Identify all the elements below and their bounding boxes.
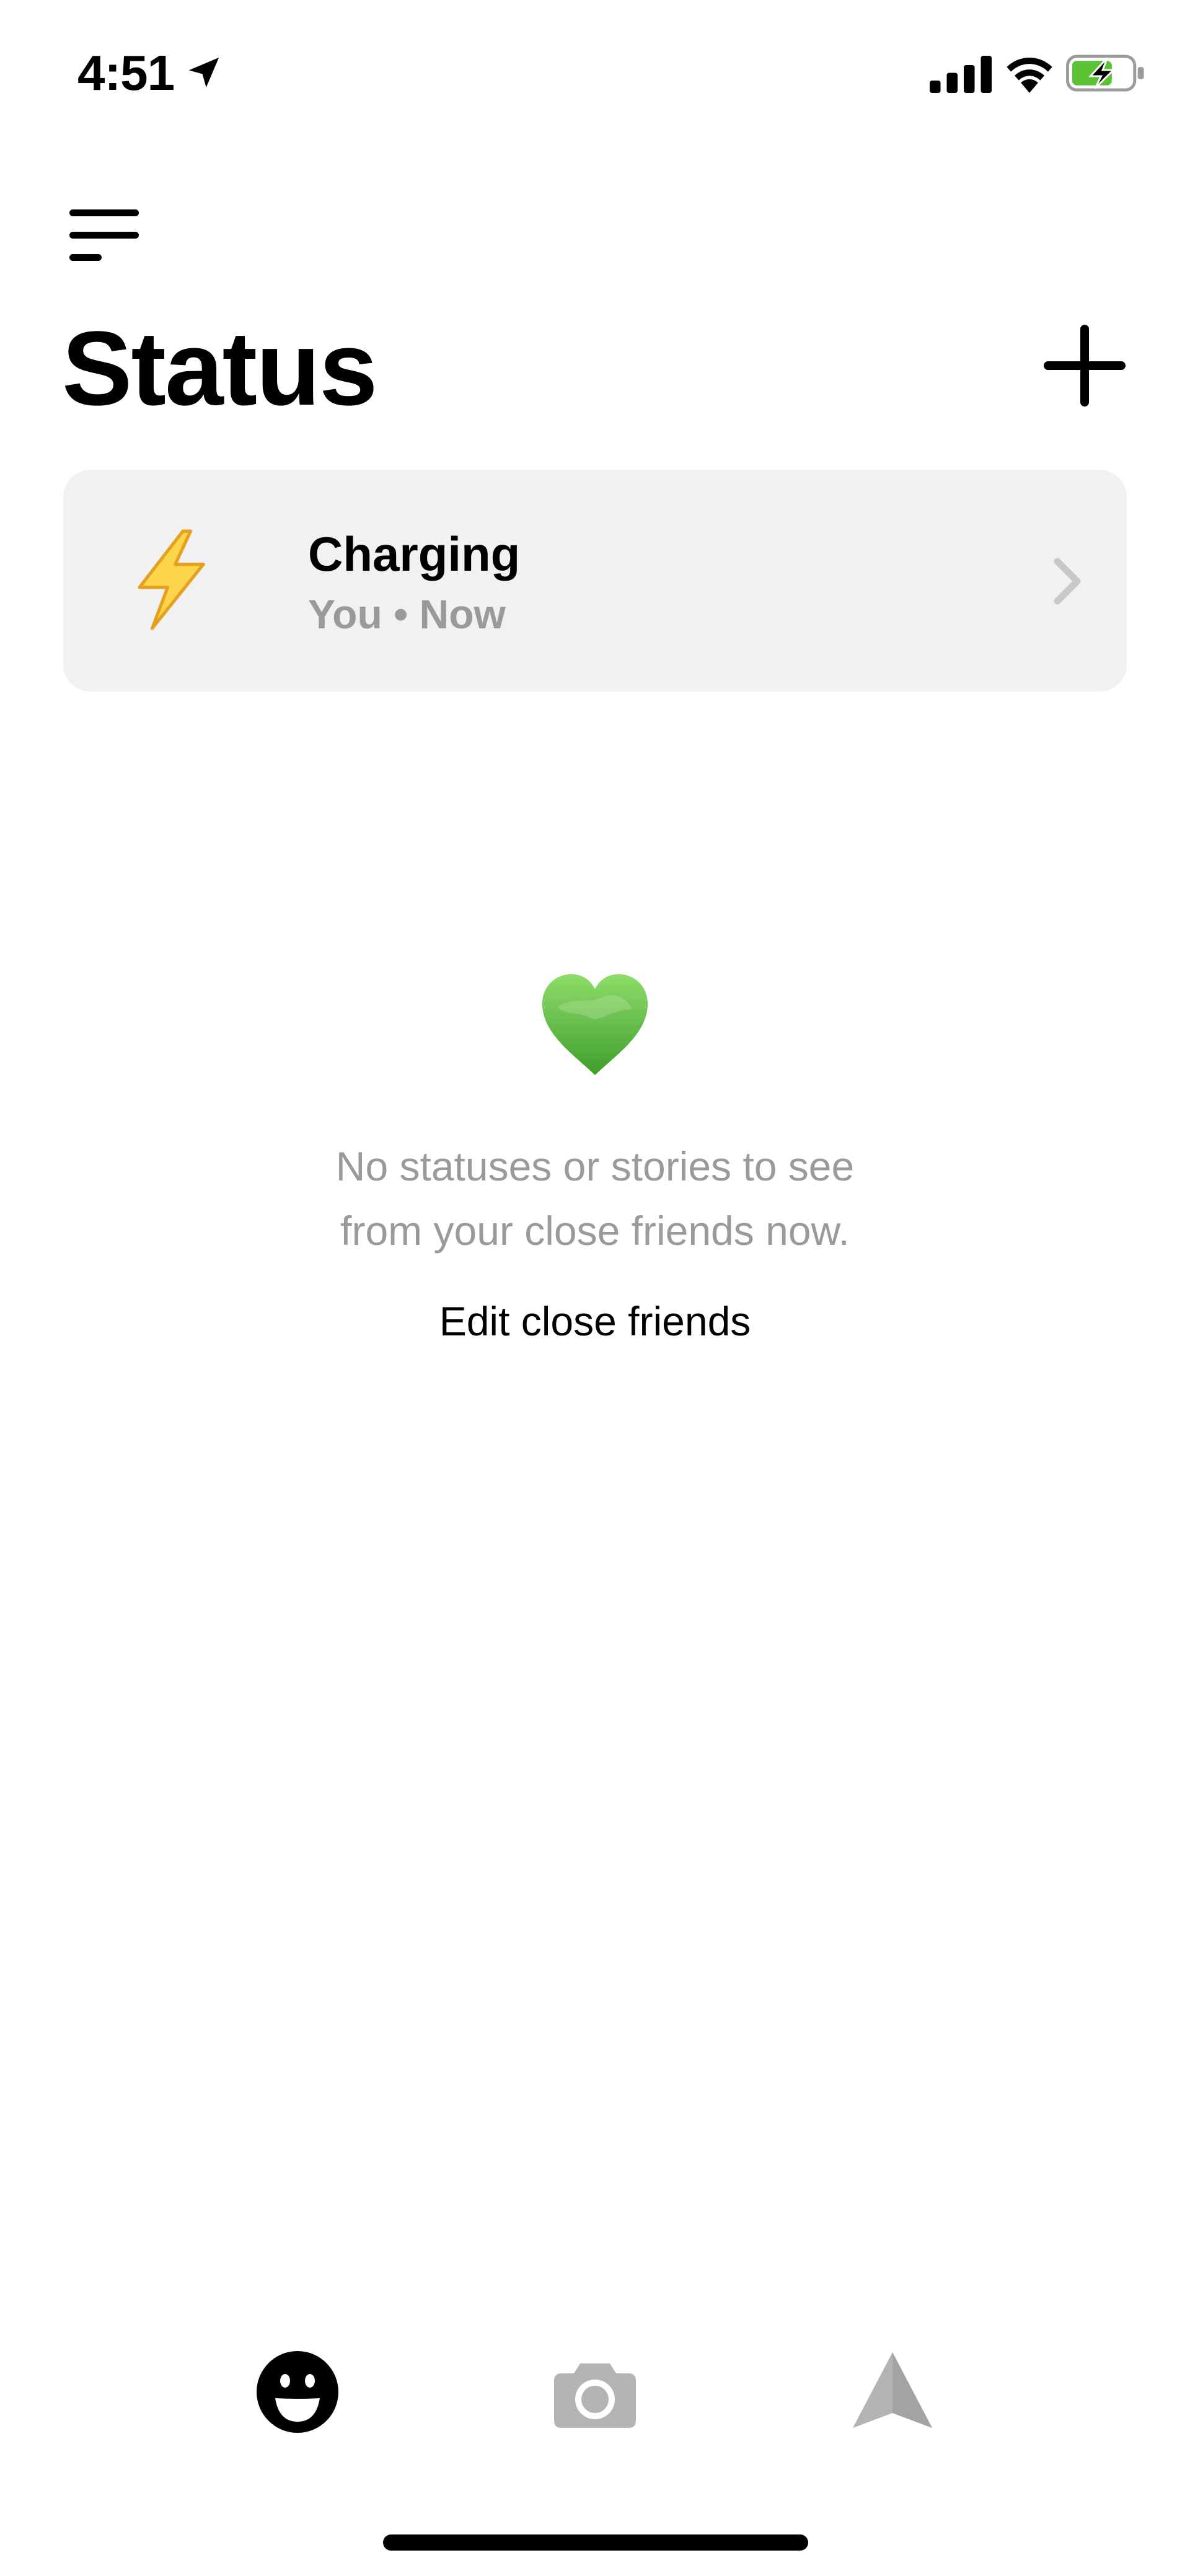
empty-state-line-2: from your close friends now. — [340, 1208, 850, 1254]
empty-state-message: No statuses or stories to see from your … — [223, 1134, 967, 1263]
menu-button[interactable] — [68, 204, 143, 266]
empty-state-line-1: No statuses or stories to see — [335, 1143, 855, 1189]
edit-close-friends-link[interactable]: Edit close friends — [347, 1290, 843, 1352]
status-subtitle: You • Now — [308, 591, 506, 637]
battery-charging-icon — [1066, 55, 1144, 92]
system-status-bar: 4:51 — [0, 0, 1190, 136]
page-title: Status — [62, 310, 378, 428]
green-heart-icon — [542, 974, 648, 1075]
tab-camera-icon[interactable] — [552, 2349, 638, 2435]
lightning-bolt-icon — [138, 529, 205, 630]
chevron-right-icon — [1054, 558, 1081, 605]
status-bar-time: 4:51 — [77, 45, 175, 100]
my-status-card[interactable]: Charging You • Now — [63, 470, 1127, 692]
tab-send-icon[interactable] — [849, 2349, 936, 2435]
cellular-signal-icon — [930, 56, 992, 93]
home-indicator[interactable] — [383, 2534, 808, 2551]
wifi-icon — [1007, 57, 1052, 93]
location-arrow-icon — [188, 57, 219, 88]
tab-status-smiley-icon[interactable] — [254, 2349, 341, 2435]
add-status-button[interactable] — [1041, 322, 1128, 409]
status-title: Charging — [308, 527, 521, 581]
status-screen: 4:51 Status Charging You • Now No status… — [0, 0, 1190, 2576]
